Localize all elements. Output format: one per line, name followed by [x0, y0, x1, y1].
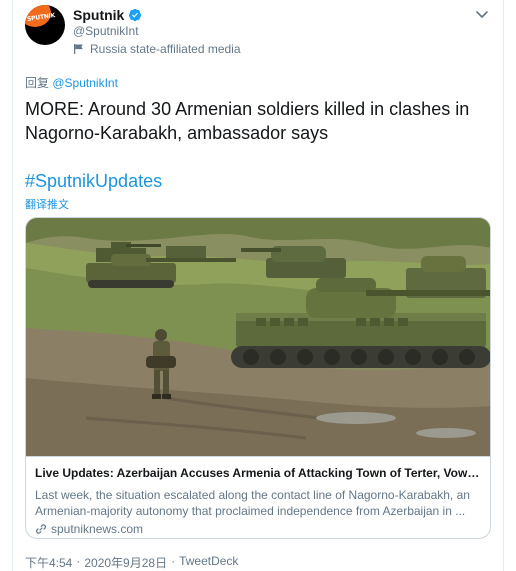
link-card-domain: sputniknews.com — [51, 522, 144, 536]
link-card-domain-row: sputniknews.com — [35, 522, 482, 536]
tweet-time[interactable]: 下午4:54 — [25, 554, 72, 571]
footer-separator-2: · — [171, 554, 176, 568]
tweet-footer: 下午4:54 · 2020年9月28日 · TweetDeck — [25, 554, 238, 571]
tweet-text: MORE: Around 30 Armenian soldiers killed… — [25, 99, 470, 143]
tweet-card: SPUTNIK Sputnik @SputnikInt Russia state… — [12, 0, 504, 571]
flag-icon — [74, 44, 83, 54]
link-card-description: Last week, the situation escalated along… — [35, 488, 470, 518]
link-card-meta: Live Updates: Azerbaijan Accuses Armenia… — [26, 456, 490, 538]
display-name[interactable]: Sputnik — [73, 7, 124, 23]
hashtag-link[interactable]: #SputnikUpdates — [25, 171, 162, 192]
link-icon — [36, 524, 46, 534]
name-row: Sputnik — [73, 7, 142, 23]
tanks-and-soldier-photo — [26, 218, 490, 456]
translate-tweet-link[interactable]: 翻译推文 — [25, 196, 69, 212]
footer-separator: · — [76, 554, 81, 568]
author-handle[interactable]: @SputnikInt — [73, 24, 139, 38]
tweet-source[interactable]: TweetDeck — [179, 554, 238, 571]
link-card-title: Live Updates: Azerbaijan Accuses Armenia… — [35, 466, 482, 480]
verified-badge-icon — [129, 8, 142, 22]
tweet-date[interactable]: 2020年9月28日 — [84, 554, 167, 571]
chevron-down-icon[interactable] — [473, 5, 491, 23]
link-preview-card[interactable]: Live Updates: Azerbaijan Accuses Armenia… — [25, 217, 491, 539]
affiliation-text: Russia state-affiliated media — [90, 42, 241, 56]
reply-handle-link[interactable]: @SputnikInt — [52, 76, 118, 90]
replying-to: 回复 @SputnikInt — [25, 74, 118, 91]
state-affiliated-label[interactable]: Russia state-affiliated media — [73, 42, 241, 56]
reply-prefix: 回复 — [25, 76, 50, 90]
avatar[interactable]: SPUTNIK — [25, 5, 65, 45]
